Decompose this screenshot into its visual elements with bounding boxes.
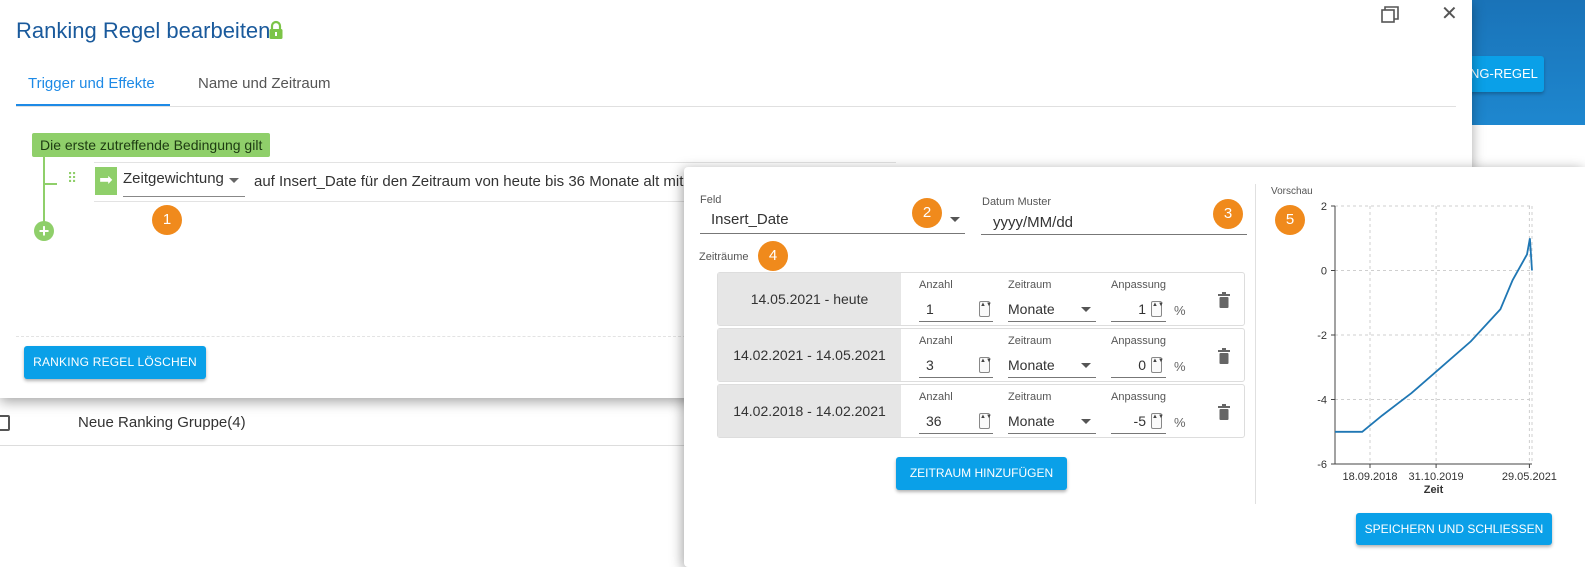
y-tick-label: -2: [1317, 330, 1327, 342]
chevron-down-icon: [1081, 419, 1091, 424]
background-panel: [1470, 125, 1585, 170]
row-label: Neue Ranking Gruppe(4): [78, 414, 246, 431]
x-tick-label: 29.05.2021: [1502, 471, 1557, 483]
period-fields: Anzahl 3 ▲▼ Zeitraum Monate Anpassung 0 …: [903, 329, 1244, 381]
chevron-down-icon: [950, 217, 960, 222]
chart-labels: 2 0 -2 -4 -6 18.09.2018 31.10.2019 29.05.2021 Ze…: [1317, 201, 1557, 496]
add-period-button[interactable]: ZEITRAUM HINZUFÜGEN: [896, 457, 1067, 490]
save-and-close-button[interactable]: SPEICHERN UND SCHLIESSEN: [1356, 513, 1552, 545]
chevron-down-icon: [1081, 307, 1091, 312]
tabs-divider: [16, 106, 1456, 107]
stepper-icon[interactable]: ▲▼: [1151, 301, 1164, 317]
arrow-right-icon: ➡: [95, 167, 117, 195]
row-checkbox[interactable]: [0, 415, 10, 431]
trash-icon[interactable]: [1218, 292, 1230, 308]
chevron-down-icon: [1081, 363, 1091, 368]
percent-label: %: [1174, 415, 1186, 430]
tree-branch: [43, 183, 57, 185]
close-icon[interactable]: ✕: [1441, 4, 1458, 24]
marker-4: 4: [758, 241, 788, 271]
tab-trigger-and-effects[interactable]: Trigger und Effekte: [16, 60, 170, 106]
date-pattern-value: yyyy/MM/dd: [993, 214, 1074, 231]
stepper-icon[interactable]: ▲▼: [979, 301, 992, 317]
count-label: Anzahl: [919, 391, 953, 403]
period-range: 14.02.2021 - 14.05.2021: [718, 329, 901, 381]
drag-handle-icon[interactable]: ⠿: [67, 171, 79, 190]
y-tick-label: 0: [1321, 266, 1327, 278]
table-row[interactable]: Neue Ranking Gruppe(4): [0, 400, 720, 446]
count-label: Anzahl: [919, 279, 953, 291]
stepper-icon[interactable]: ▲▼: [979, 413, 992, 429]
marker-5: 5: [1275, 205, 1305, 235]
count-label: Anzahl: [919, 335, 953, 347]
period-fields: Anzahl 1 ▲▼ Zeitraum Monate Anpassung 1 …: [903, 273, 1244, 325]
percent-label: %: [1174, 359, 1186, 374]
vertical-divider: [1255, 184, 1256, 504]
lock-icon: [269, 20, 283, 39]
chevron-down-icon: [229, 178, 239, 183]
stepper-icon[interactable]: ▲▼: [1151, 357, 1164, 373]
marker-2: 2: [912, 198, 942, 228]
periods-label: Zeiträume: [699, 251, 749, 263]
tab-name-and-period[interactable]: Name und Zeitraum: [190, 60, 340, 106]
period-row: 14.02.2018 - 14.02.2021 Anzahl 36 ▲▼ Zei…: [717, 384, 1245, 438]
date-pattern-label: Datum Muster: [982, 196, 1052, 208]
add-condition-icon[interactable]: +: [34, 221, 54, 241]
y-tick-label: -6: [1317, 459, 1327, 471]
trash-icon[interactable]: [1218, 404, 1230, 420]
period-label: Zeitraum: [1008, 391, 1052, 403]
period-range: 14.02.2018 - 14.02.2021: [718, 385, 901, 437]
time-weighting-popover: Feld Insert_Date 2 Datum Muster yyyy/MM/…: [684, 167, 1585, 567]
tree-line: [43, 157, 45, 223]
x-axis-label: Zeit: [1424, 484, 1444, 496]
period-row: 14.05.2021 - heute Anzahl 1 ▲▼ Zeitraum …: [717, 272, 1245, 326]
marker-3: 3: [1213, 199, 1243, 229]
effect-type-value: Zeitgewichtung: [123, 170, 224, 187]
x-tick-label: 31.10.2019: [1409, 471, 1464, 483]
y-tick-label: 2: [1321, 201, 1327, 213]
y-tick-label: -4: [1317, 395, 1327, 407]
delete-ranking-rule-button[interactable]: RANKING REGEL LÖSCHEN: [24, 346, 206, 379]
dialog-title: Ranking Regel bearbeiten: [16, 18, 271, 43]
divider: [16, 336, 686, 337]
adjust-label: Anpassung: [1111, 391, 1167, 403]
period-label: Zeitraum: [1008, 335, 1052, 347]
condition-badge: Die erste zutreffende Bedingung gilt: [32, 133, 271, 157]
date-pattern-input[interactable]: yyyy/MM/dd: [981, 211, 1247, 235]
rule-description[interactable]: auf Insert_Date für den Zeitraum von heu…: [254, 173, 684, 190]
period-range: 14.05.2021 - heute: [718, 273, 901, 325]
chart-axes: [1331, 205, 1532, 468]
stepper-icon[interactable]: ▲▼: [979, 357, 992, 373]
x-tick-label: 18.09.2018: [1342, 471, 1397, 483]
stepper-icon[interactable]: ▲▼: [1151, 413, 1164, 429]
trash-icon[interactable]: [1218, 348, 1230, 364]
chart-grid: [1335, 205, 1533, 465]
adjust-label: Anpassung: [1111, 279, 1167, 291]
period-label: Zeitraum: [1008, 279, 1052, 291]
adjust-label: Anpassung: [1111, 335, 1167, 347]
field-label: Feld: [700, 194, 722, 206]
restore-window-icon[interactable]: [1381, 6, 1399, 24]
preview-chart: 2 0 -2 -4 -6 18.09.2018 31.10.2019 29.05.2021 Ze…: [1317, 201, 1557, 496]
effect-type-select[interactable]: Zeitgewichtung: [123, 170, 245, 197]
field-value: Insert_Date: [711, 211, 789, 228]
percent-label: %: [1174, 303, 1186, 318]
period-row: 14.02.2021 - 14.05.2021 Anzahl 3 ▲▼ Zeit…: [717, 328, 1245, 382]
period-fields: Anzahl 36 ▲▼ Zeitraum Monate Anpassung -…: [903, 385, 1244, 437]
marker-1: 1: [152, 205, 182, 235]
